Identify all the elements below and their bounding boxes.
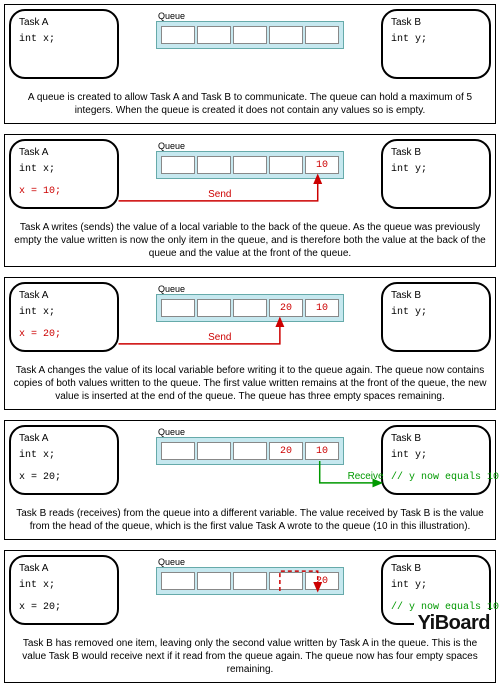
queue: 10: [156, 151, 344, 179]
queue-label: Queue: [158, 557, 344, 567]
queue-slot: 10: [305, 442, 339, 460]
task-b-code: int y; // y now equals 10: [391, 450, 481, 483]
panel-description: A queue is created to allow Task A and T…: [9, 87, 491, 119]
queue-slot: [269, 26, 303, 44]
panel-2: Task A int x; x = 10; Queue 10 Task B int y; S…: [4, 134, 496, 267]
queue-slot: [197, 26, 231, 44]
task-a-code: int x;: [19, 34, 109, 45]
queue-slot: 20: [305, 572, 339, 590]
task-b-title: Task B: [391, 563, 481, 574]
queue-slot: [197, 299, 231, 317]
panel-row: Task A int x; Queue Task B int y;: [9, 9, 491, 87]
queue-slot: [161, 156, 195, 174]
queue-wrap: Queue2010: [156, 425, 344, 465]
panel-row: Task Aint x; x = 20;Queue2010Task Bint y…: [9, 282, 491, 360]
queue-slot: [233, 156, 267, 174]
queue-wrap: Queue2010: [156, 282, 344, 322]
queue-slot: 10: [305, 299, 339, 317]
panel-description: Task B has removed one item, leaving onl…: [9, 633, 491, 678]
task-a-box: Task A int x; x = 20;: [9, 425, 119, 495]
task-b-box: Task B int y;: [381, 9, 491, 79]
task-a-title: Task A: [19, 17, 109, 28]
queue-slot: [269, 572, 303, 590]
queue-slot: [161, 442, 195, 460]
receive-arrow-label: Receive: [348, 471, 384, 482]
panel-3: Task Aint x; x = 20;Queue2010Task Bint y…: [4, 277, 496, 410]
queue: [156, 21, 344, 49]
queue-wrap: Queue 20: [156, 555, 344, 595]
task-b-code: int y;: [391, 307, 481, 318]
task-b-title: Task B: [391, 290, 481, 301]
panel-description: Task B reads (receives) from the queue i…: [9, 503, 491, 535]
task-b-code: int y;: [391, 164, 481, 175]
panel-description: Task A writes (sends) the value of a loc…: [9, 217, 491, 262]
watermark: YiBoard: [414, 610, 494, 637]
send-arrow-label: Send: [208, 189, 231, 200]
queue-slot: [269, 156, 303, 174]
queue-slot: 10: [305, 156, 339, 174]
panel-description: Task A changes the value of its local va…: [9, 360, 491, 405]
task-b-box: Task B int y;: [381, 282, 491, 352]
task-b-title: Task B: [391, 147, 481, 158]
queue-wrap: Queue 10: [156, 139, 344, 179]
panel-1: Task A int x; Queue Task B int y; A queue is …: [4, 4, 496, 124]
queue-slot: 20: [269, 299, 303, 317]
task-a-box: Task A int x;: [9, 9, 119, 79]
panel-4: Task Aint x; x = 20;Queue2010Task Bint y…: [4, 420, 496, 540]
task-a-title: Task A: [19, 433, 109, 444]
task-b-title: Task B: [391, 17, 481, 28]
queue-slot: [197, 572, 231, 590]
queue: 2010: [156, 437, 344, 465]
task-b-code: int y; // y now equals 10: [391, 580, 481, 613]
panel-row: Task A int x; x = 10; Queue 10 Task B int y; S…: [9, 139, 491, 217]
queue-slot: [233, 442, 267, 460]
queue-wrap: Queue: [156, 9, 344, 49]
queue: 2010: [156, 294, 344, 322]
queue-slot: [161, 572, 195, 590]
task-a-title: Task A: [19, 563, 109, 574]
queue-slot: 20: [269, 442, 303, 460]
queue-label: Queue: [158, 11, 344, 21]
task-a-code: int x; x = 10;: [19, 164, 109, 197]
send-arrow-label: Send: [208, 332, 231, 343]
task-a-code: int x; x = 20;: [19, 307, 109, 340]
task-a-title: Task A: [19, 290, 109, 301]
queue-slot: [197, 156, 231, 174]
task-a-box: Task A int x; x = 10;: [9, 139, 119, 209]
task-a-box: Task A int x; x = 20;: [9, 282, 119, 352]
task-a-title: Task A: [19, 147, 109, 158]
task-b-box: Task B int y;: [381, 139, 491, 209]
task-b-code: int y;: [391, 34, 481, 45]
queue-label: Queue: [158, 284, 344, 294]
queue-slot: [197, 442, 231, 460]
task-b-title: Task B: [391, 433, 481, 444]
panel-row: Task Aint x; x = 20;Queue2010Task Bint y…: [9, 425, 491, 503]
task-a-code: int x; x = 20;: [19, 450, 109, 483]
queue-slot: [305, 26, 339, 44]
queue-label: Queue: [158, 141, 344, 151]
queue-slot: [233, 299, 267, 317]
task-a-code: int x; x = 20;: [19, 580, 109, 613]
queue-slot: [233, 26, 267, 44]
queue-label: Queue: [158, 427, 344, 437]
task-b-box: Task B int y; // y now equals 10: [381, 425, 491, 495]
queue: 20: [156, 567, 344, 595]
queue-slot: [161, 26, 195, 44]
queue-slot: [233, 572, 267, 590]
queue-slot: [161, 299, 195, 317]
task-a-box: Task A int x; x = 20;: [9, 555, 119, 625]
